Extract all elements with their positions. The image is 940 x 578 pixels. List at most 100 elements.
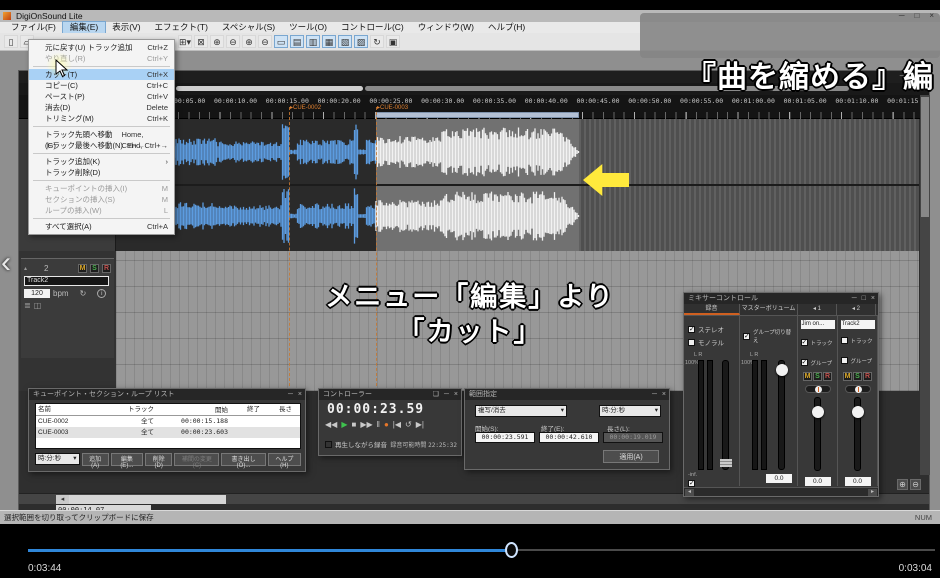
minimize-icon[interactable]: ─ <box>899 11 905 20</box>
minimize-icon[interactable]: ─ <box>852 293 857 304</box>
layout-split-icon[interactable]: ▤ <box>290 35 304 48</box>
cue-button-追加(A)[interactable]: 追加(A) <box>82 453 109 466</box>
menu-item-トラック追加(K)[interactable]: トラック追加(K)› <box>29 156 174 167</box>
cue-table[interactable]: 名前トラック開始終了長さ CUE-0002全て00:00:15.188CUE-0… <box>35 403 301 449</box>
record-button[interactable]: ● <box>384 420 389 429</box>
collapse-icon[interactable]: ▴ <box>24 265 27 272</box>
cue-button-削除(D)[interactable]: 削除(D) <box>145 453 173 466</box>
layout-mixer-icon[interactable]: ▥ <box>306 35 320 48</box>
start-field[interactable]: 00:00:23.591 <box>475 432 535 443</box>
rec-arm-button[interactable]: R <box>102 264 111 273</box>
minimize-icon[interactable]: ─ <box>652 389 657 400</box>
solo-button[interactable]: S <box>853 372 862 381</box>
menu-コントロール(C)[interactable]: コントロール(C) <box>334 22 411 33</box>
cue-button-編集(E)...[interactable]: 編集(E)... <box>111 453 143 466</box>
float-icon[interactable]: ❏ <box>433 389 439 400</box>
bpm-field[interactable]: 120 <box>24 289 50 298</box>
menu-ヘルプ(H)[interactable]: ヘルプ(H) <box>481 22 532 33</box>
mute-button[interactable]: M <box>803 372 812 381</box>
zoom-out-horizontal-icon[interactable]: ⊖ <box>226 35 240 48</box>
cue-row[interactable]: CUE-0003全て00:00:23.603 <box>36 427 300 438</box>
close-icon[interactable]: × <box>871 293 875 304</box>
record-while-play-checkbox[interactable]: 再生しながら録音 <box>325 439 387 449</box>
vertical-scrollbar[interactable] <box>920 95 930 475</box>
strip2-header[interactable]: ◂ 2 <box>837 304 876 315</box>
cue-marker[interactable]: ▸CUE-0002 <box>290 104 321 111</box>
menu-item-セクションの挿入(S)[interactable]: セクションの挿入(S)M <box>29 194 174 205</box>
menu-表示(V)[interactable]: 表示(V) <box>105 22 147 33</box>
mute-button[interactable]: M <box>78 264 87 273</box>
menu-ツール(O)[interactable]: ツール(O) <box>282 22 334 33</box>
cue-row[interactable]: CUE-0002全て00:00:15.188 <box>36 416 300 427</box>
new-file-icon[interactable]: ▯ <box>4 35 18 48</box>
mute-button[interactable]: M <box>843 372 852 381</box>
rec-arm-button[interactable]: R <box>823 372 832 381</box>
volume-value[interactable]: 0.0 <box>845 477 871 486</box>
track-name-field[interactable]: Track2 <box>24 276 109 286</box>
pause-button[interactable]: ‖ <box>377 420 380 429</box>
cue-column-header[interactable]: 終了 <box>230 404 262 415</box>
pan-slider[interactable] <box>845 385 871 393</box>
play-button[interactable]: ▶ <box>341 420 347 429</box>
scroll-right-icon[interactable]: ▸ <box>868 489 877 496</box>
menu-item-トリミング(M)[interactable]: トリミング(M)Ctrl+K <box>29 113 174 124</box>
loop-button[interactable]: ↺ <box>405 420 412 429</box>
zoom-out-vertical-icon[interactable]: ⊖ <box>258 35 272 48</box>
minimize-icon[interactable]: ─ <box>444 389 449 400</box>
グループ-checkbox[interactable]: グループ <box>841 357 873 365</box>
menu-item-消去(D)[interactable]: 消去(D)Delete <box>29 102 174 113</box>
zoom-out-icon[interactable]: ⊖ <box>910 479 921 490</box>
menu-エフェクト(T)[interactable]: エフェクト(T) <box>148 22 215 33</box>
solo-button[interactable]: S <box>90 264 99 273</box>
menu-スペシャル(S)[interactable]: スペシャル(S) <box>215 22 282 33</box>
volume-fader[interactable] <box>854 397 861 471</box>
maximize-icon[interactable]: □ <box>862 293 866 304</box>
mixer-scrollbar[interactable]: ◂ ▸ <box>684 487 878 496</box>
menu-ウィンドウ(W)[interactable]: ウィンドウ(W) <box>411 22 481 33</box>
cue-button-補間の変更(C)[interactable]: 補間の変更(C) <box>174 453 219 466</box>
scroll-left-icon[interactable]: ◂ <box>685 489 694 496</box>
cue-column-header[interactable]: 長さ <box>262 404 294 415</box>
end-field[interactable]: 00:00:42.610 <box>539 432 599 443</box>
to-start-button[interactable]: |◀ <box>393 420 401 429</box>
cue-column-header[interactable]: 開始 <box>156 404 230 415</box>
range-unit-dropdown[interactable]: 時:分:秒▾ <box>599 405 661 417</box>
layout-range-icon[interactable]: ▨ <box>354 35 368 48</box>
cue-marker[interactable]: ▸CUE-0003 <box>377 104 408 111</box>
strip1-header[interactable]: ◂ 1 <box>798 304 837 315</box>
selection-range-bar[interactable] <box>376 112 579 118</box>
previous-chevron-icon[interactable]: ‹ <box>1 246 11 280</box>
グループ-checkbox[interactable]: ✓グループ <box>801 359 833 367</box>
video-progress-played[interactable] <box>28 549 512 552</box>
fader-panel-icon[interactable]: ≣ <box>24 301 31 310</box>
forward-button[interactable]: ▶▶ <box>360 420 372 429</box>
video-progress-knob[interactable] <box>505 542 518 558</box>
menu-item-トラック最後へ移動(N)[interactable]: トラック最後へ移動(N)End, Ctrl+→ <box>29 140 174 151</box>
menu-ファイル(F)[interactable]: ファイル(F) <box>4 22 63 33</box>
cue-window-title[interactable]: キューポイント・セクション・ループ リスト <box>29 389 305 400</box>
range-window-title[interactable]: 範囲指定 <box>465 389 669 400</box>
menu-item-ループの挿入(W)[interactable]: ループの挿入(W)L <box>29 205 174 216</box>
pan-slider[interactable] <box>805 385 831 393</box>
grid-menu-icon[interactable]: ⊞▾ <box>178 35 192 48</box>
display-mode-icon[interactable]: ◫ <box>34 301 42 310</box>
menu-item-ペースト(P)[interactable]: ペースト(P)Ctrl+V <box>29 91 174 102</box>
cue-button-書き出し(O)...[interactable]: 書き出し(O)... <box>221 453 265 466</box>
volume-value[interactable]: 0.0 <box>805 477 831 486</box>
video-progress-remaining[interactable] <box>512 549 935 551</box>
refresh-icon[interactable]: ↻ <box>370 35 384 48</box>
menu-item-トラック削除(D)[interactable]: トラック削除(D) <box>29 167 174 178</box>
cue-column-header[interactable]: トラック <box>114 404 156 415</box>
horizontal-scroll-thumb[interactable] <box>69 495 226 504</box>
record-link-checkbox[interactable]: ✓ <box>688 480 695 487</box>
close-icon[interactable]: × <box>929 11 934 20</box>
stop-button[interactable]: ■ <box>351 420 356 429</box>
cue-button-ヘルプ(H)[interactable]: ヘルプ(H) <box>268 453 301 466</box>
menu-item-トラック先頭へ移動(G)[interactable]: トラック先頭へ移動(G)Home, Ctrl+← <box>29 129 174 140</box>
track-name-field[interactable]: Track2 <box>841 320 875 329</box>
layout-wave-icon[interactable]: ▭ <box>274 35 288 48</box>
menu-item-キューポイントの挿入(I)[interactable]: キューポイントの挿入(I)M <box>29 183 174 194</box>
close-icon[interactable]: × <box>298 389 302 400</box>
track-name-field[interactable]: Jim on... <box>801 320 835 329</box>
to-end-button[interactable]: ▶| <box>416 420 424 429</box>
